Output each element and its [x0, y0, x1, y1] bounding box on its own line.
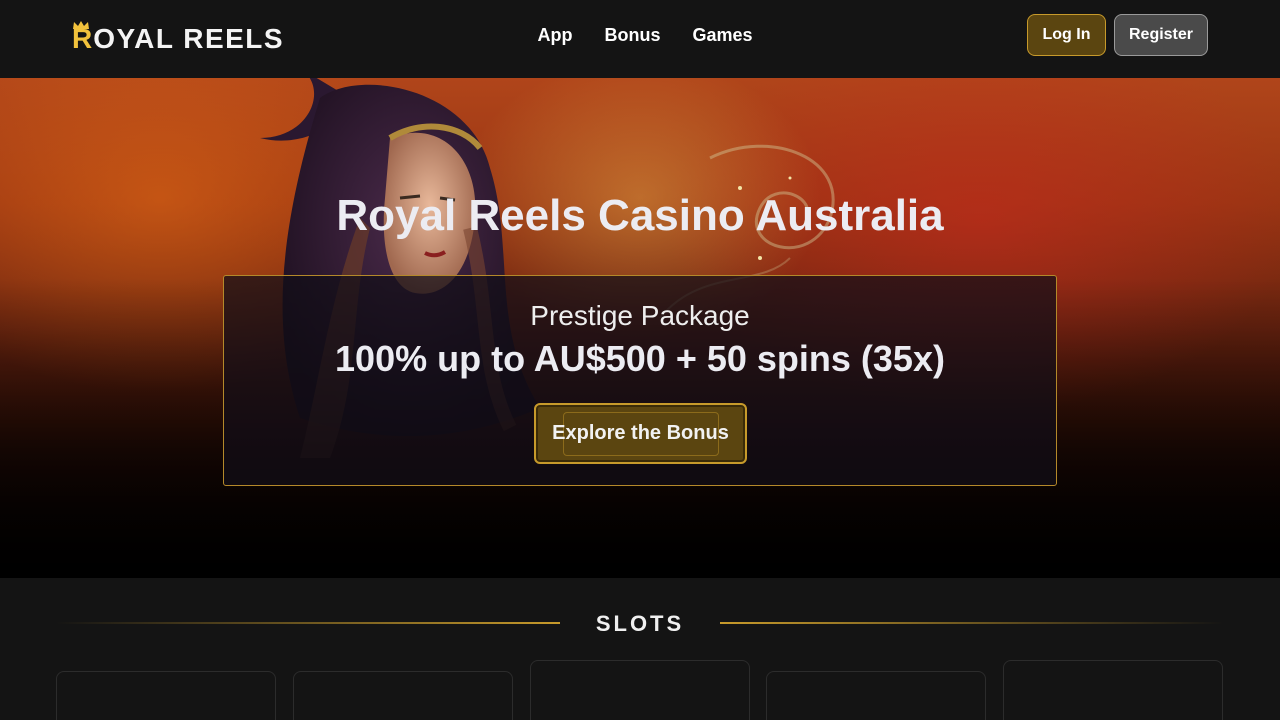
nav-link-app[interactable]: App: [537, 24, 572, 46]
login-button[interactable]: Log In: [1027, 14, 1106, 56]
explore-bonus-label: Explore the Bonus: [552, 422, 729, 444]
slots-section: SLOTS: [0, 578, 1280, 720]
logo-text: OYAL REELS: [93, 23, 285, 54]
slot-card[interactable]: [293, 671, 513, 720]
bonus-offer: 100% up to AU$500 + 50 spins (35x): [335, 338, 945, 379]
nav-link-bonus[interactable]: Bonus: [604, 24, 660, 46]
register-button[interactable]: Register: [1114, 14, 1208, 56]
logo[interactable]: R OYAL REELS: [72, 20, 284, 54]
slot-card[interactable]: [1003, 660, 1223, 720]
slot-card[interactable]: [530, 660, 750, 720]
site-header: R OYAL REELS App Bonus Games Log In Regi…: [0, 0, 1280, 78]
divider-right: [720, 622, 1224, 624]
crown-icon: [73, 21, 89, 29]
slot-card[interactable]: [766, 671, 986, 720]
nav-link-games[interactable]: Games: [692, 24, 752, 46]
slot-card[interactable]: [56, 671, 276, 720]
explore-bonus-button[interactable]: Explore the Bonus: [534, 403, 747, 464]
section-title: SLOTS: [595, 611, 685, 636]
bonus-card: Prestige Package 100% up to AU$500 + 50 …: [223, 275, 1057, 486]
hero-banner: Royal Reels Casino Australia Prestige Pa…: [0, 78, 1280, 578]
bonus-package-name: Prestige Package: [530, 300, 750, 331]
hero-title: Royal Reels Casino Australia: [336, 191, 944, 240]
